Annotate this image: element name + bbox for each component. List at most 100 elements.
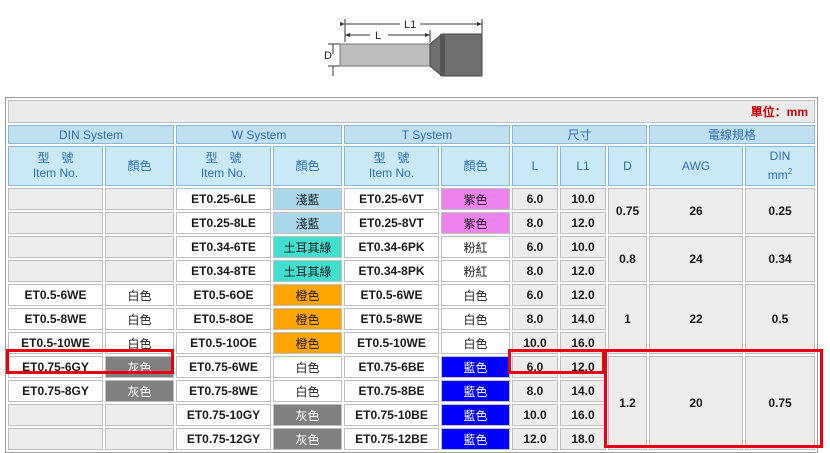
t-color-cell: 白色	[441, 308, 510, 330]
awg-cell: 22	[649, 284, 743, 354]
awg-cell: 20	[649, 356, 743, 450]
din-color-cell	[105, 428, 174, 450]
table-row: ET0.5-6WE 白色 ET0.5-6OE 橙色 ET0.5-6WE 白色 6.0 12.0…	[8, 284, 815, 354]
w-color-cell: 淺藍	[273, 188, 342, 210]
w-item-cell: ET0.75-10GY	[176, 404, 271, 426]
size-d-cell: 0.8	[608, 236, 647, 282]
header-t-item: 型 號 Item No.	[344, 146, 439, 186]
t-color-cell: 白色	[441, 284, 510, 306]
diagram-l1-label: L1	[404, 19, 416, 31]
awg-cell: 26	[649, 188, 743, 234]
din-item-cell	[8, 260, 103, 282]
size-l-cell: 6.0	[512, 236, 558, 258]
group-t-system: T System	[344, 125, 510, 144]
size-l-cell: 8.0	[512, 380, 558, 402]
din-color-cell	[105, 404, 174, 426]
din-color-cell	[105, 236, 174, 258]
w-item-cell: ET0.5-8OE	[176, 308, 271, 330]
t-color-cell: 粉紅	[441, 260, 510, 282]
header-din-item: 型 號 Item No.	[8, 146, 103, 186]
size-l1-cell: 16.0	[560, 332, 606, 354]
w-item-cell: ET0.75-8WE	[176, 380, 271, 402]
din-color-cell: 白色	[105, 332, 174, 354]
group-wire-spec: 電線規格	[649, 125, 815, 144]
t-item-cell: ET0.25-6VT	[344, 188, 439, 210]
din-color-cell	[105, 260, 174, 282]
din-mm2-cell: 0.25	[745, 188, 815, 234]
table-row: ET0.25-6LE 淺藍 ET0.25-6VT 紫色 6.0 10.0 0.75 26 0.2…	[8, 188, 815, 234]
size-l1-cell: 12.0	[560, 260, 606, 282]
t-color-cell: 白色	[441, 332, 510, 354]
size-l1-cell: 18.0	[560, 428, 606, 450]
t-item-cell: ET0.5-10WE	[344, 332, 439, 354]
w-color-cell: 淺藍	[273, 212, 342, 234]
din-item-cell	[8, 188, 103, 210]
t-color-cell: 藍色	[441, 380, 510, 402]
header-w-item: 型 號 Item No.	[176, 146, 271, 186]
t-item-cell: ET0.75-8BE	[344, 380, 439, 402]
size-l-cell: 8.0	[512, 212, 558, 234]
din-color-cell	[105, 188, 174, 210]
size-l-cell: 10.0	[512, 404, 558, 426]
w-color-cell: 橙色	[273, 308, 342, 330]
w-color-cell: 橙色	[273, 284, 342, 306]
w-item-cell: ET0.34-8TE	[176, 260, 271, 282]
w-item-cell: ET0.75-12GY	[176, 428, 271, 450]
t-item-cell: ET0.5-6WE	[344, 284, 439, 306]
ferrule-dimension-diagram: L1 L D	[324, 19, 483, 77]
unit-label: 單位：mm	[8, 100, 815, 123]
t-item-cell: ET0.5-8WE	[344, 308, 439, 330]
t-item-cell: ET0.25-8VT	[344, 212, 439, 234]
size-d-cell: 1.2	[608, 356, 647, 450]
din-item-cell: ET0.75-8GY	[8, 380, 103, 402]
header-l1: L1	[560, 146, 606, 186]
w-color-cell: 白色	[273, 380, 342, 402]
awg-cell: 24	[649, 236, 743, 282]
din-color-cell: 灰色	[105, 356, 174, 378]
t-item-cell: ET0.34-8PK	[344, 260, 439, 282]
t-color-cell: 紫色	[441, 212, 510, 234]
din-item-cell: ET0.5-10WE	[8, 332, 103, 354]
w-color-cell: 橙色	[273, 332, 342, 354]
size-l1-cell: 12.0	[560, 284, 606, 306]
w-color-cell: 土耳其綠	[273, 236, 342, 258]
header-t-color: 顏色	[441, 146, 510, 186]
w-color-cell: 灰色	[273, 428, 342, 450]
t-color-cell: 粉紅	[441, 236, 510, 258]
t-item-cell: ET0.75-6BE	[344, 356, 439, 378]
header-din-color: 顏色	[105, 146, 174, 186]
t-color-cell: 紫色	[441, 188, 510, 210]
t-color-cell: 藍色	[441, 428, 510, 450]
diagram-d-label: D	[324, 50, 332, 62]
w-item-cell: ET0.5-10OE	[176, 332, 271, 354]
group-din-system: DIN System	[8, 125, 174, 144]
size-l1-cell: 16.0	[560, 404, 606, 426]
w-item-cell: ET0.34-6TE	[176, 236, 271, 258]
size-l-cell: 6.0	[512, 356, 558, 378]
t-color-cell: 藍色	[441, 356, 510, 378]
header-awg: AWG	[649, 146, 743, 186]
w-color-cell: 白色	[273, 356, 342, 378]
w-item-cell: ET0.5-6OE	[176, 284, 271, 306]
size-l-cell: 8.0	[512, 260, 558, 282]
table-row: ET0.34-6TE 土耳其綠 ET0.34-6PK 粉紅 6.0 10.0 0.8 24 0.…	[8, 236, 815, 282]
size-l1-cell: 10.0	[560, 188, 606, 210]
size-l-cell: 6.0	[512, 284, 558, 306]
din-item-cell: ET0.5-8WE	[8, 308, 103, 330]
din-item-cell: ET0.5-6WE	[8, 284, 103, 306]
header-d: D	[608, 146, 647, 186]
header-w-color: 顏色	[273, 146, 342, 186]
size-l-cell: 10.0	[512, 332, 558, 354]
w-item-cell: ET0.25-8LE	[176, 212, 271, 234]
size-d-cell: 1	[608, 284, 647, 354]
table-row: ET0.75-6GY 灰色 ET0.75-6WE 白色 ET0.75-6BE 藍色 6.0 1…	[8, 356, 815, 450]
din-color-cell: 白色	[105, 308, 174, 330]
group-size: 尺寸	[512, 125, 647, 144]
header-din-mm2: DIN mm2	[745, 146, 815, 186]
t-item-cell: ET0.75-10BE	[344, 404, 439, 426]
size-l1-cell: 10.0	[560, 236, 606, 258]
din-item-cell	[8, 212, 103, 234]
diagram-l-label: L	[375, 30, 381, 42]
din-mm2-cell: 0.34	[745, 236, 815, 282]
w-item-cell: ET0.75-6WE	[176, 356, 271, 378]
